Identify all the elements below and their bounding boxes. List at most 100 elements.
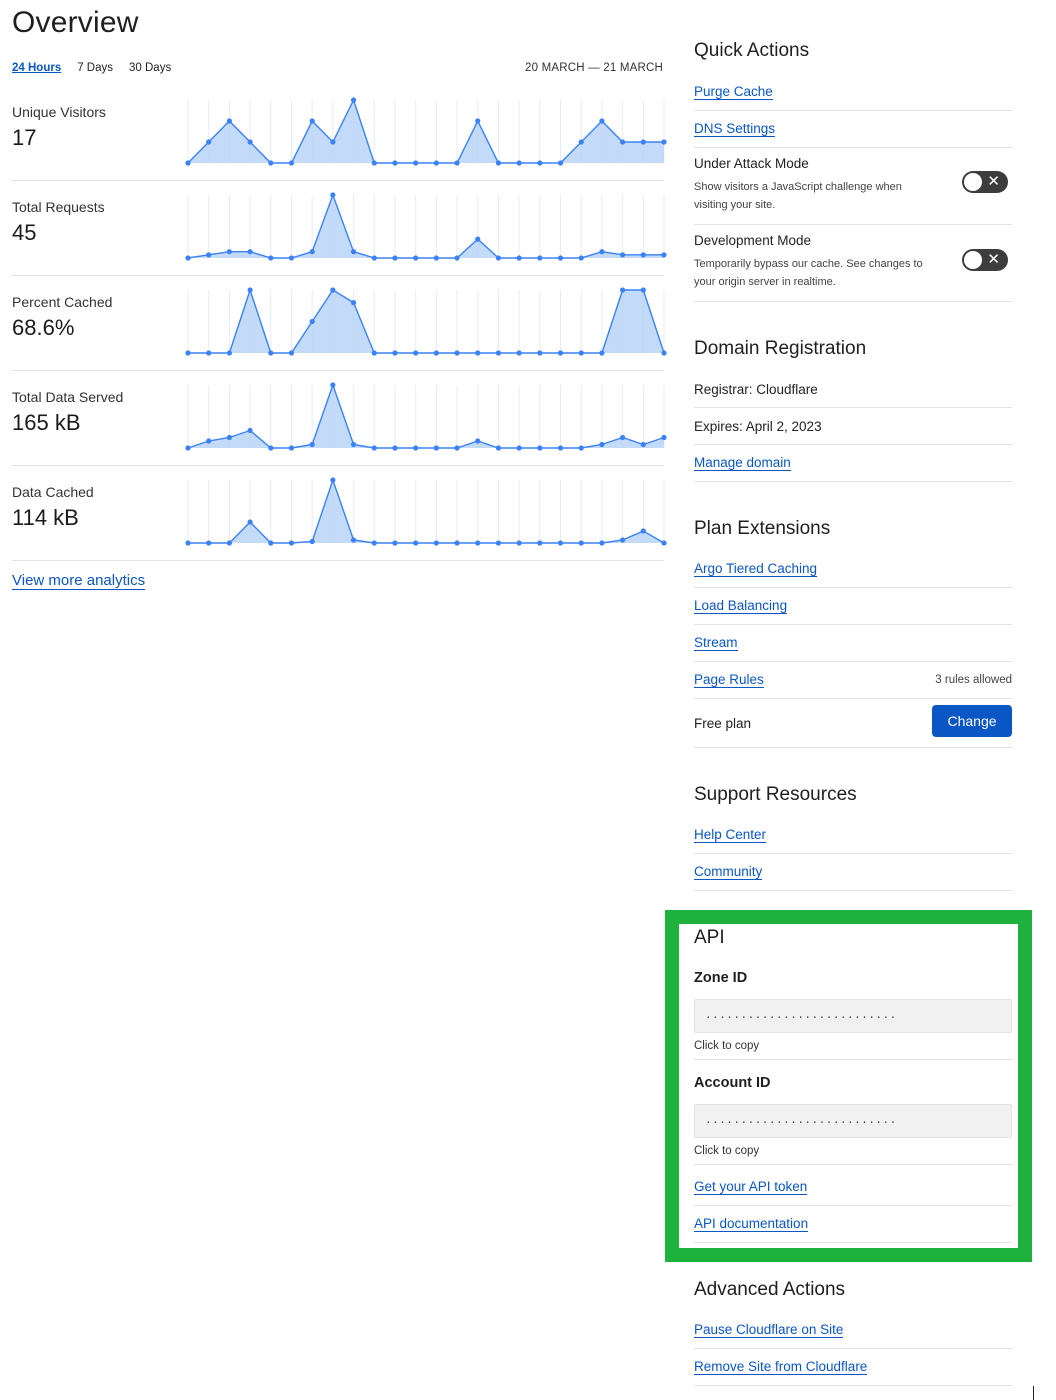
chart-point <box>640 528 646 534</box>
tab-30-days[interactable]: 30 Days <box>129 62 171 74</box>
chart-point <box>350 300 357 306</box>
chart-point <box>433 540 439 546</box>
metric-value: 45 <box>12 220 37 245</box>
chart-point <box>371 160 377 166</box>
under-attack-mode-description: Show visitors a JavaScript challenge whe… <box>694 181 902 211</box>
development-mode-label: Development Mode <box>694 233 812 248</box>
manage-domain-link[interactable]: Manage domain <box>694 455 791 471</box>
pause-site-row: Pause Cloudflare on Site <box>694 1312 1012 1349</box>
chart-point <box>516 445 522 451</box>
metric-unique-visitors: Unique Visitors 17 <box>12 86 667 181</box>
remove-site-link[interactable]: Remove Site from Cloudflare <box>694 1359 868 1375</box>
load-balancing-link[interactable]: Load Balancing <box>694 598 788 614</box>
api-docs-row: API documentation <box>694 1206 1012 1243</box>
close-icon: ✕ <box>987 173 1000 190</box>
chart-point <box>185 255 191 261</box>
metric-value: 165 kB <box>12 410 81 435</box>
metric-value: 68.6% <box>12 315 75 340</box>
help-center-row: Help Center <box>694 817 1012 854</box>
dns-settings-link[interactable]: DNS Settings <box>694 121 776 137</box>
metric-label: Data Cached <box>12 484 94 500</box>
chart-point <box>661 434 667 441</box>
chart-point <box>475 540 481 546</box>
chart-point <box>578 350 584 356</box>
data-cached-chart <box>185 477 667 546</box>
chart-point <box>288 540 295 546</box>
percent-cached-chart <box>185 287 667 356</box>
chart-point <box>475 118 481 124</box>
view-more-analytics-link[interactable]: View more analytics <box>12 572 146 590</box>
plan-name: Free plan <box>694 715 752 731</box>
page-rules-link[interactable]: Page Rules <box>694 672 764 688</box>
stream-row: Stream <box>694 625 1012 662</box>
stream-link[interactable]: Stream <box>694 635 738 651</box>
tab-24-hours[interactable]: 24 Hours <box>12 62 61 74</box>
chart-point <box>433 160 439 166</box>
chart-point <box>599 540 605 546</box>
chart-point <box>309 441 315 448</box>
purge-cache-link[interactable]: Purge Cache <box>694 84 773 100</box>
development-mode-description: Temporarily bypass our cache. See change… <box>694 258 923 288</box>
chart-point <box>578 445 584 451</box>
chart-point <box>475 236 481 242</box>
chart-point <box>247 249 253 255</box>
get-api-token-link[interactable]: Get your API token <box>694 1179 808 1195</box>
chart-point <box>330 382 336 388</box>
chart-point <box>557 540 564 546</box>
chart-point <box>206 252 212 258</box>
change-plan-button[interactable]: Change <box>932 705 1012 737</box>
chart-point <box>516 540 522 546</box>
argo-tiered-caching-link[interactable]: Argo Tiered Caching <box>694 561 818 577</box>
chart-point <box>516 350 522 356</box>
chart-point <box>330 287 336 293</box>
chart-point <box>185 540 191 546</box>
chart-point <box>226 249 232 255</box>
remove-site-row: Remove Site from Cloudflare <box>694 1349 1012 1386</box>
chart-point <box>268 255 274 261</box>
chart-area <box>188 480 664 543</box>
close-icon: ✕ <box>987 251 1000 268</box>
under-attack-mode-row: Under Attack Mode Show visitors a JavaSc… <box>694 148 1012 225</box>
chart-point <box>454 160 460 166</box>
load-balancing-row: Load Balancing <box>694 588 1012 625</box>
chart-point <box>661 252 667 258</box>
chart-point <box>185 350 191 356</box>
chart-point <box>226 350 232 356</box>
chart-point <box>268 350 274 356</box>
development-mode-row: Development Mode Temporarily bypass our … <box>694 225 1012 302</box>
pause-cloudflare-link[interactable]: Pause Cloudflare on Site <box>694 1322 844 1338</box>
zone-id-field[interactable]: ........................... <box>694 999 1012 1033</box>
page-rules-row: Page Rules 3 rules allowed <box>694 662 1012 699</box>
api-heading: API <box>694 927 725 948</box>
manage-domain-row: Manage domain <box>694 445 1012 482</box>
metric-percent-cached: Percent Cached 68.6% <box>12 276 667 371</box>
development-mode-toggle[interactable]: ✕ <box>962 249 1008 271</box>
metric-value: 114 kB <box>12 505 79 530</box>
chart-point <box>516 255 522 261</box>
chart-point <box>557 255 564 261</box>
chart-point <box>537 350 543 356</box>
chart-point <box>640 139 646 145</box>
chart-point <box>268 540 274 546</box>
zone-id-copy-hint: Click to copy <box>694 1034 1012 1060</box>
chart-point <box>392 540 398 546</box>
page-rules-note: 3 rules allowed <box>935 674 1012 686</box>
chart-point <box>454 540 460 546</box>
chart-point <box>206 438 212 444</box>
chart-point <box>330 477 336 483</box>
chart-point <box>495 160 502 166</box>
tab-7-days[interactable]: 7 Days <box>77 62 113 74</box>
under-attack-mode-toggle[interactable]: ✕ <box>962 171 1008 193</box>
api-documentation-link[interactable]: API documentation <box>694 1216 809 1232</box>
account-id-field[interactable]: ........................... <box>694 1104 1012 1138</box>
community-link[interactable]: Community <box>694 864 763 880</box>
help-center-link[interactable]: Help Center <box>694 827 767 843</box>
under-attack-mode-label: Under Attack Mode <box>694 156 809 171</box>
chart-point <box>392 160 398 166</box>
chart-point <box>495 350 502 356</box>
chart-point <box>309 318 315 325</box>
chart-point <box>413 255 419 261</box>
chart-point <box>247 139 253 145</box>
chart-point <box>350 441 357 448</box>
chart-point <box>475 350 481 356</box>
